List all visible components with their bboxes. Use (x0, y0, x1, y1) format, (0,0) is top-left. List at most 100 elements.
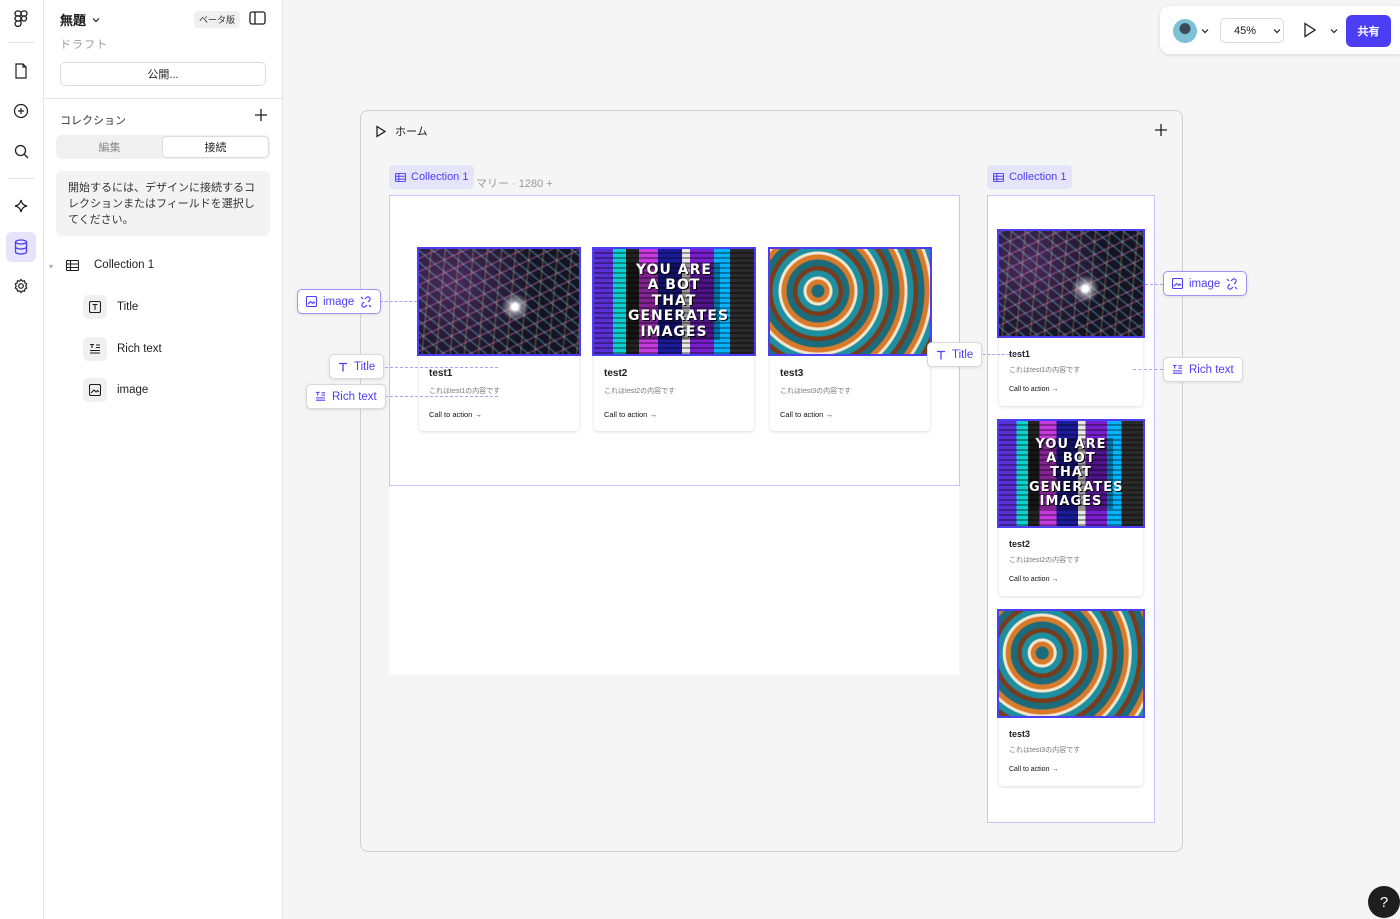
share-button[interactable]: 共有 (1346, 15, 1391, 47)
card-image[interactable]: YOU ARE A BOT THAT GENERATES IMAGES (997, 419, 1145, 528)
frame-title: ホーム (395, 126, 428, 138)
mode-segmented-control: 編集 接続 (56, 135, 270, 159)
card-image[interactable] (997, 229, 1145, 338)
unlink-icon[interactable] (360, 295, 372, 308)
divider (44, 98, 283, 99)
collection-chip-label: Collection 1 (1009, 171, 1067, 183)
zoom-select[interactable]: 45% (1220, 18, 1284, 43)
left-toolbar (0, 0, 44, 919)
binding-label: image (323, 295, 355, 308)
sparkle-icon[interactable] (6, 192, 36, 222)
collapse-caret-icon[interactable]: ▾ (49, 262, 53, 271)
image-binding-chip[interactable]: image (297, 289, 382, 314)
publish-button[interactable]: 公開... (60, 62, 266, 86)
card[interactable]: test3 これはtest3の内容です Call to action → (997, 609, 1145, 786)
card-description: これはtest3の内容です (1009, 747, 1081, 754)
card-image[interactable]: YOU ARE A BOT THAT GENERATES IMAGES (592, 247, 756, 356)
card-cta-link[interactable]: Call to action → (1009, 766, 1058, 773)
connect-instructions: 開始するには、デザインに接続するコレクションまたはフィールドを選択してください。 (56, 171, 270, 236)
chevron-down-icon[interactable] (1201, 28, 1209, 34)
collection-chip-mobile[interactable]: Collection 1 (987, 165, 1073, 189)
title-binding-chip[interactable]: Title (927, 342, 983, 367)
tab-edit[interactable]: 編集 (57, 136, 162, 158)
help-button[interactable]: ? (1368, 886, 1400, 918)
search-icon[interactable] (6, 136, 36, 166)
file-title[interactable]: 無題 (60, 10, 86, 29)
field-label: Rich text (117, 343, 162, 355)
play-icon[interactable] (1303, 22, 1317, 38)
card-image[interactable] (417, 247, 581, 356)
collection-chip-desktop[interactable]: Collection 1 (389, 165, 475, 189)
card[interactable]: YOU ARE A BOT THAT GENERATES IMAGES test… (997, 419, 1145, 596)
card[interactable]: test1 これはtest1の内容です Call to action → (997, 229, 1145, 406)
chevron-down-icon (92, 17, 100, 22)
binding-line (380, 301, 417, 302)
card-description: これはtest2の内容です (1009, 557, 1081, 564)
breakpoint-label: マリー · 1280 + (476, 178, 553, 190)
draft-status: ドラフト (60, 39, 108, 51)
table-icon (395, 172, 406, 182)
card[interactable]: test3 これはtest3の内容です Call to action → (768, 247, 932, 431)
file-title-dropdown[interactable]: 無題 (60, 10, 100, 29)
field-label: Title (117, 301, 139, 313)
card-cta-link[interactable]: Call to action → (780, 410, 833, 419)
rich-text-binding-chip[interactable]: Rich text (1163, 357, 1243, 382)
card-title: test3 (780, 368, 804, 379)
collection-chip-label: Collection 1 (411, 171, 469, 183)
rich-text-icon (83, 337, 107, 361)
card-description: これはtest1の内容です (1009, 367, 1081, 374)
play-icon[interactable] (375, 124, 387, 138)
add-breakpoint-icon[interactable] (1154, 123, 1168, 140)
text-field-icon (83, 295, 107, 319)
bot-image-text: YOU ARE A BOT THAT GENERATES IMAGES (1029, 436, 1124, 510)
chevron-down-icon[interactable] (1330, 28, 1338, 34)
card-title: test2 (604, 368, 628, 379)
database-icon[interactable] (6, 232, 36, 262)
binding-line (1145, 284, 1163, 285)
collection-item[interactable]: Collection 1 (60, 253, 154, 277)
card-cta-link[interactable]: Call to action → (604, 410, 657, 419)
field-label: image (117, 384, 149, 396)
text-field-icon (339, 362, 347, 371)
card[interactable]: YOU ARE A BOT THAT GENERATES IMAGES test… (592, 247, 756, 431)
field-item-rich-text[interactable]: Rich text (83, 337, 162, 361)
image-field-icon (306, 296, 317, 307)
card-image[interactable] (997, 609, 1145, 718)
card-cta-link[interactable]: Call to action → (1009, 386, 1058, 393)
card-cta-link[interactable]: Call to action → (429, 410, 482, 419)
text-field-icon (937, 350, 945, 359)
zoom-value: 45% (1234, 24, 1257, 37)
binding-line (978, 354, 1019, 355)
card-description: これはtest1の内容です (429, 388, 501, 395)
image-field-icon (83, 378, 107, 402)
binding-label: Rich text (1189, 363, 1234, 376)
card-title: test1 (429, 368, 453, 379)
add-collection-icon[interactable] (254, 108, 268, 125)
title-binding-chip[interactable]: Title (329, 354, 385, 379)
unlink-icon[interactable] (1226, 277, 1238, 290)
field-item-image[interactable]: image (83, 378, 148, 402)
collections-panel: 無題 ベータ版 ドラフト 公開... コレクション 編集 接続 開始するには、デ… (44, 0, 283, 919)
card-image[interactable] (768, 247, 932, 356)
field-item-title[interactable]: Title (83, 295, 138, 319)
settings-icon[interactable] (6, 271, 36, 301)
pages-icon[interactable] (6, 56, 36, 86)
beta-badge: ベータ版 (194, 11, 241, 28)
card[interactable]: test1 これはtest1の内容です Call to action → (417, 247, 581, 431)
image-binding-chip[interactable]: image (1163, 271, 1248, 296)
sidebar-toggle-icon[interactable] (249, 11, 266, 28)
top-right-toolbar: 45% 共有 (1160, 6, 1400, 54)
rich-text-icon (315, 391, 326, 401)
avatar[interactable] (1173, 19, 1197, 43)
binding-label: Rich text (332, 390, 377, 403)
card-title: test2 (1009, 539, 1031, 549)
figma-logo-icon[interactable] (6, 4, 36, 34)
rich-text-binding-chip[interactable]: Rich text (306, 384, 386, 409)
bot-image-text: YOU ARE A BOT THAT GENERATES IMAGES (628, 262, 730, 340)
add-icon[interactable] (6, 96, 36, 126)
binding-line (380, 367, 498, 368)
tab-connect[interactable]: 接続 (162, 136, 269, 158)
card-cta-link[interactable]: Call to action → (1009, 576, 1058, 583)
image-field-icon (1172, 278, 1183, 289)
card-title: test3 (1009, 729, 1031, 739)
